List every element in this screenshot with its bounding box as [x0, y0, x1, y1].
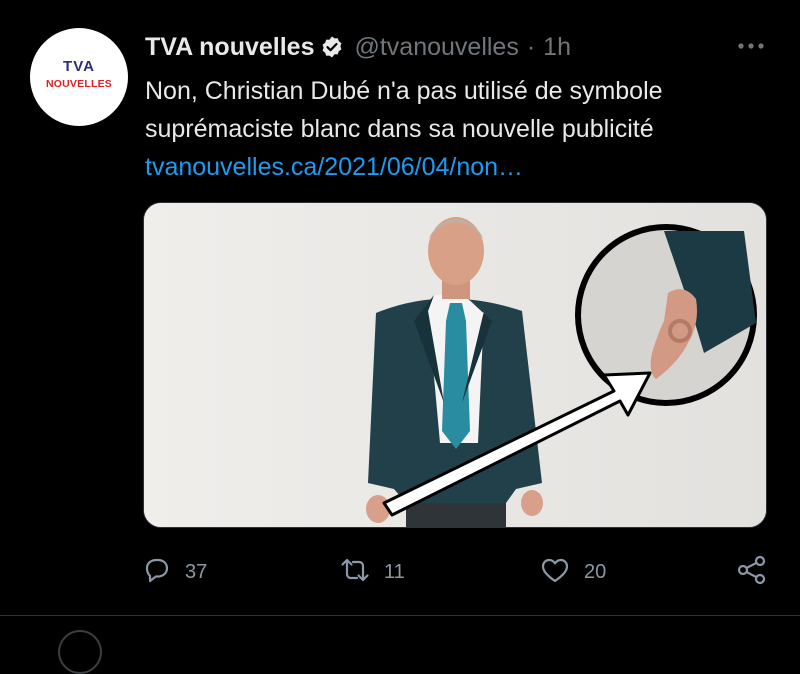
- verified-badge-icon: [320, 35, 344, 59]
- tweet-text: Non, Christian Dubé n'a pas utilisé de s…: [145, 72, 785, 186]
- tweet-link[interactable]: tvanouvelles.ca/2021/06/04/non…: [145, 148, 785, 186]
- tweet-actions: 37 11 20: [0, 552, 800, 592]
- display-name[interactable]: TVA nouvelles: [145, 33, 314, 62]
- like-button[interactable]: 20: [540, 552, 606, 592]
- tweet-text-line: suprémaciste blanc dans sa nouvelle publ…: [145, 115, 654, 143]
- man-head: [428, 217, 484, 285]
- man-tie: [442, 303, 470, 449]
- share-icon: [736, 554, 768, 591]
- share-button[interactable]: [736, 552, 768, 592]
- reply-button[interactable]: 37: [143, 552, 207, 592]
- tweet-divider: [0, 615, 800, 616]
- avatar-brand-top: TVA: [63, 58, 95, 75]
- avatar[interactable]: TVA NOUVELLES: [30, 28, 128, 126]
- timestamp[interactable]: 1h: [543, 33, 571, 62]
- tweet[interactable]: TVA NOUVELLES TVA nouvelles @tvanouvelle…: [0, 0, 800, 615]
- reply-count: 37: [185, 560, 208, 583]
- more-options-icon[interactable]: [735, 38, 767, 54]
- retweet-count: 11: [384, 560, 405, 583]
- handle[interactable]: @tvanouvelles: [354, 33, 518, 62]
- like-count: 20: [584, 560, 607, 583]
- avatar-brand-bottom: NOUVELLES: [46, 78, 112, 90]
- retweet-icon: [340, 556, 370, 589]
- reply-icon: [143, 556, 171, 589]
- tweet-header: TVA nouvelles @tvanouvelles · 1h: [145, 30, 571, 64]
- tweet-text-line: Non, Christian Dubé n'a pas utilisé de s…: [145, 77, 663, 105]
- man-right-hand: [521, 490, 543, 516]
- separator-dot: ·: [526, 32, 536, 61]
- tweet-media-image[interactable]: [143, 202, 767, 528]
- heart-icon: [540, 556, 570, 589]
- retweet-button[interactable]: 11: [340, 552, 405, 592]
